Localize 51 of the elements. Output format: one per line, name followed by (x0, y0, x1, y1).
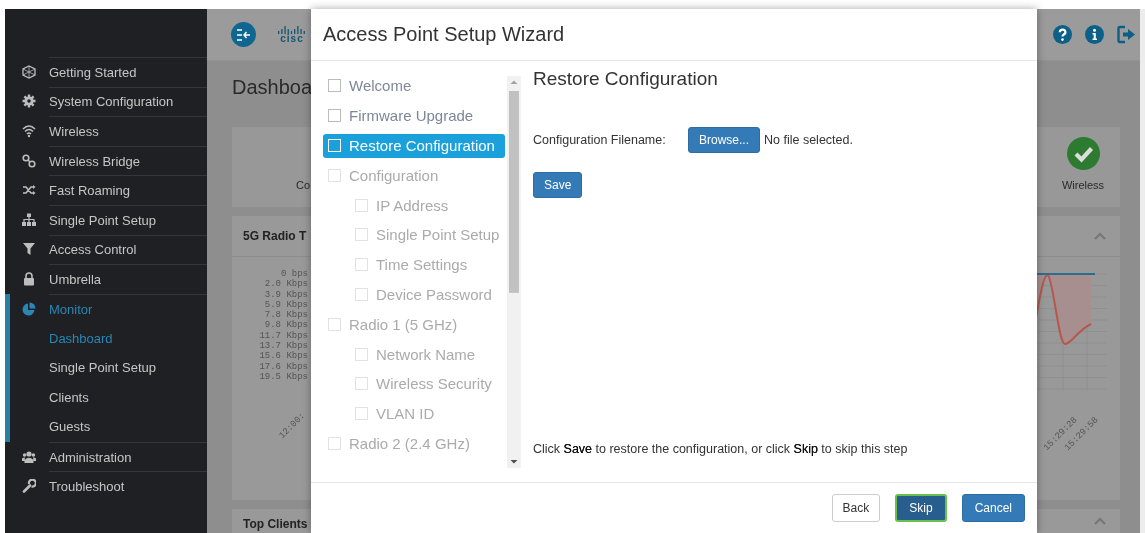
axis-label: 9.8 Kbps (264, 320, 308, 331)
save-button[interactable]: Save (533, 172, 583, 198)
chevron-up-icon[interactable] (1094, 232, 1106, 240)
axis-label: 11.7 Kbps (259, 330, 308, 341)
footer-button[interactable]: Skip (895, 494, 947, 522)
logout-icon[interactable] (1117, 25, 1136, 44)
wizard-step[interactable]: Firmware Upgrade (323, 100, 506, 131)
footer-button[interactable]: Back (831, 494, 881, 522)
panel-title: 5G Radio T (243, 229, 307, 243)
link-icon (21, 153, 36, 168)
checkbox[interactable] (328, 109, 341, 123)
axis-label: 17.6 Kbps (259, 361, 308, 372)
hexagon-icon (21, 64, 36, 79)
wrench-icon (21, 479, 36, 494)
field-label: Configuration Filename: (533, 133, 667, 147)
funnel-icon (21, 242, 36, 257)
wizard-step[interactable]: Welcome (323, 71, 506, 101)
gear-icon (21, 94, 36, 109)
shuffle-icon (21, 183, 36, 198)
footer-button[interactable]: Cancel (961, 494, 1025, 522)
collapse-menu-button[interactable] (231, 22, 256, 47)
axis-label: 5.9 Kbps (264, 299, 308, 310)
info-icon[interactable] (1085, 25, 1104, 44)
axis-label: 7.8 Kbps (264, 310, 308, 321)
axis-label: 13.7 Kbps (259, 341, 308, 352)
axis-label: 2.0 Kbps (264, 279, 308, 290)
axis-label: 19.5 Kbps (259, 371, 308, 383)
dialog-title: Access Point Setup Wizard (323, 23, 565, 46)
status-label: Wireless (1061, 179, 1105, 191)
sitemap-icon (21, 212, 36, 227)
wizard-step[interactable]: Restore Configuration (323, 133, 506, 158)
checkbox[interactable] (328, 79, 341, 93)
logo-bars-icon (278, 25, 306, 34)
wifi-icon (21, 124, 36, 138)
panel-title: Top Clients (243, 517, 308, 531)
axis-label: 3.9 Kbps (264, 289, 308, 300)
axis-label: 15.6 Kbps (259, 351, 308, 362)
browse-button[interactable]: Browse... (688, 127, 760, 153)
chevron-up-icon[interactable] (1094, 517, 1106, 525)
users-icon (21, 449, 36, 464)
page-title: Dashboa (232, 75, 313, 99)
lock-icon (21, 271, 36, 286)
instruction-text: Click Save to restore the configuration, or click Skip to skip this step (533, 442, 909, 456)
pie-chart-icon (21, 301, 36, 316)
status-label: Co (296, 179, 311, 191)
section-heading: Restore Configuration (533, 67, 719, 91)
collapse-icon (236, 28, 251, 41)
logo-text: cisc (280, 33, 304, 44)
help-icon[interactable] (1053, 25, 1072, 44)
file-status: No file selected. (764, 133, 853, 147)
axis-label: 0 bps (281, 269, 308, 279)
